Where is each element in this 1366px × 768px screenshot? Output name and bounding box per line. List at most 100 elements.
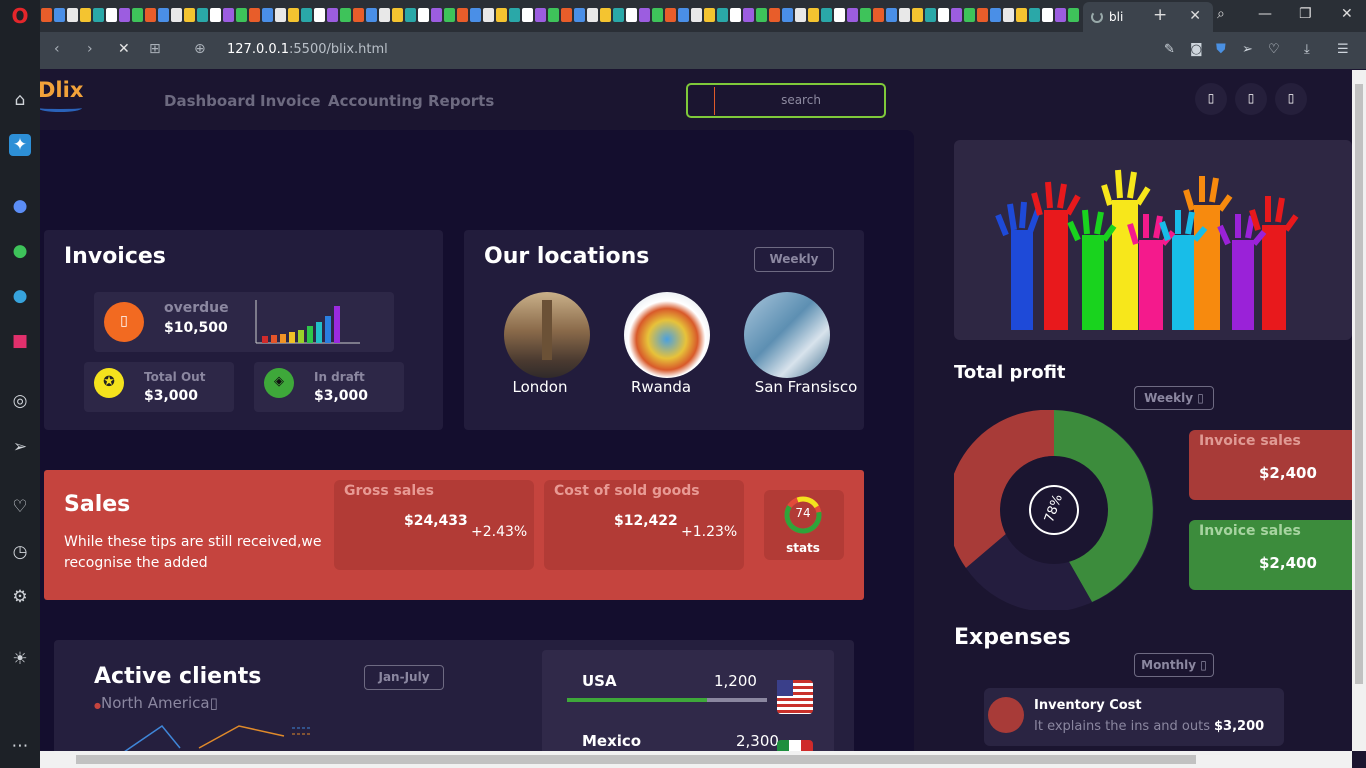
- tab-favicon-icon[interactable]: [639, 8, 650, 22]
- nav-accounting[interactable]: Accounting: [328, 92, 423, 110]
- tab-favicon-icon[interactable]: [587, 8, 598, 22]
- tab-favicon-icon[interactable]: [288, 8, 299, 22]
- site-info-icon[interactable]: ⊕: [194, 41, 206, 57]
- bulb-icon[interactable]: ☀: [9, 648, 31, 670]
- new-tab-icon[interactable]: +: [1153, 5, 1167, 25]
- header-icon-1[interactable]: ▯: [1195, 83, 1227, 115]
- settings-gear-icon[interactable]: ⚙: [9, 586, 31, 608]
- app-logo[interactable]: Dlix: [40, 78, 88, 116]
- restore-icon[interactable]: ❐: [1299, 6, 1312, 22]
- tab-favicon-icon[interactable]: [340, 8, 351, 22]
- tab-favicon-icon[interactable]: [249, 8, 260, 22]
- tab-favicon-icon[interactable]: [808, 8, 819, 22]
- tab-favicon-icon[interactable]: [483, 8, 494, 22]
- tab-favicon-icon[interactable]: [821, 8, 832, 22]
- tab-favicon-icon[interactable]: [964, 8, 975, 22]
- tab-favicon-icon[interactable]: [496, 8, 507, 22]
- total-out-box[interactable]: ✪ Total Out $3,000: [84, 362, 234, 412]
- header-icon-2[interactable]: ▯: [1235, 83, 1267, 115]
- tab-favicon-icon[interactable]: [860, 8, 871, 22]
- tab-favicon-icon[interactable]: [184, 8, 195, 22]
- tab-favicon-icon[interactable]: [522, 8, 533, 22]
- send-icon[interactable]: ➢: [1242, 42, 1253, 57]
- tab-favicon-icon[interactable]: [275, 8, 286, 22]
- tab-favicon-icon[interactable]: [353, 8, 364, 22]
- gross-sales-card[interactable]: Gross sales $24,433 +2.43%: [334, 480, 534, 570]
- send-icon[interactable]: ➢: [9, 436, 31, 458]
- tab-favicon-icon[interactable]: [912, 8, 923, 22]
- tab-favicon-icon[interactable]: [93, 8, 104, 22]
- tab-favicon-icon[interactable]: [158, 8, 169, 22]
- vertical-scrollbar[interactable]: [1352, 70, 1366, 751]
- tab-favicon-icon[interactable]: [782, 8, 793, 22]
- telegram-icon[interactable]: ●: [9, 285, 31, 307]
- london-image[interactable]: [504, 292, 590, 378]
- tab-favicon-icon[interactable]: [145, 8, 156, 22]
- tab-favicon-icon[interactable]: [652, 8, 663, 22]
- opera-logo-icon[interactable]: O: [9, 5, 31, 27]
- home-icon[interactable]: ⌂: [9, 89, 31, 111]
- tab-favicon-icon[interactable]: [327, 8, 338, 22]
- window-close-icon[interactable]: ✕: [1341, 6, 1353, 22]
- heart-icon[interactable]: ♡: [9, 496, 31, 518]
- messenger-icon[interactable]: ●: [9, 195, 31, 217]
- search-input[interactable]: search: [686, 83, 886, 118]
- speed-dial-icon[interactable]: ✦: [9, 134, 31, 156]
- tab-favicon-icon[interactable]: [574, 8, 585, 22]
- tab-favicon-icon[interactable]: [769, 8, 780, 22]
- tab-favicon-icon[interactable]: [704, 8, 715, 22]
- whatsapp-icon[interactable]: ●: [9, 240, 31, 262]
- tab-favicon-icon[interactable]: [132, 8, 143, 22]
- tab-favicon-icon[interactable]: [379, 8, 390, 22]
- close-tab-icon[interactable]: ✕: [1189, 8, 1201, 24]
- tab-favicon-icon[interactable]: [405, 8, 416, 22]
- tab-favicon-icon[interactable]: [678, 8, 689, 22]
- tab-favicon-icon[interactable]: [1068, 8, 1079, 22]
- tab-favicon-icon[interactable]: [756, 8, 767, 22]
- tab-favicon-icon[interactable]: [223, 8, 234, 22]
- tab-favicon-icon[interactable]: [171, 8, 182, 22]
- tab-favicon-icon[interactable]: [236, 8, 247, 22]
- overdue-box[interactable]: ▯ overdue $10,500: [94, 292, 394, 352]
- tab-favicon-icon[interactable]: [418, 8, 429, 22]
- shield-icon[interactable]: ⛊: [1216, 42, 1226, 57]
- tab-favicon-icon[interactable]: [470, 8, 481, 22]
- tab-grid-icon[interactable]: ⊞: [149, 41, 161, 57]
- forward-icon[interactable]: ›: [87, 41, 93, 57]
- tab-favicon-icon[interactable]: [665, 8, 676, 22]
- stats-card[interactable]: 74 stats: [764, 490, 844, 560]
- profit-period-button[interactable]: Weekly ▯: [1134, 386, 1214, 410]
- tab-favicon-icon[interactable]: [925, 8, 936, 22]
- tab-favicon-icon[interactable]: [548, 8, 559, 22]
- minimize-icon[interactable]: —: [1258, 6, 1272, 22]
- tab-favicon-icon[interactable]: [431, 8, 442, 22]
- locations-period-button[interactable]: Weekly: [754, 247, 834, 272]
- tab-favicon-icon[interactable]: [834, 8, 845, 22]
- tab-favicon-icon[interactable]: [990, 8, 1001, 22]
- tab-favicon-icon[interactable]: [67, 8, 78, 22]
- player-icon[interactable]: ◎: [9, 390, 31, 412]
- tab-favicon-icon[interactable]: [54, 8, 65, 22]
- history-icon[interactable]: ◷: [9, 541, 31, 563]
- horizontal-scrollbar[interactable]: [40, 751, 1352, 768]
- tab-favicon-icon[interactable]: [691, 8, 702, 22]
- tab-favicon-icon[interactable]: [951, 8, 962, 22]
- rwanda-image[interactable]: [624, 292, 710, 378]
- tab-favicon-icon[interactable]: [80, 8, 91, 22]
- tab-favicon-icon[interactable]: [847, 8, 858, 22]
- tab-favicon-icon[interactable]: [301, 8, 312, 22]
- tab-favicon-icon[interactable]: [626, 8, 637, 22]
- tab-favicon-icon[interactable]: [197, 8, 208, 22]
- header-icon-3[interactable]: ▯: [1275, 83, 1307, 115]
- tab-favicon-icon[interactable]: [600, 8, 611, 22]
- tab-favicon-icon[interactable]: [938, 8, 949, 22]
- tab-strip[interactable]: [40, 7, 1083, 24]
- inventory-cost-item[interactable]: Inventory Cost It explains the ins and o…: [984, 688, 1284, 746]
- nav-invoice[interactable]: Invoice: [260, 92, 321, 110]
- url-field[interactable]: 127.0.0.1:5500/blix.html: [227, 42, 388, 57]
- tab-favicon-icon[interactable]: [795, 8, 806, 22]
- edit-icon[interactable]: ✎: [1164, 42, 1175, 57]
- tab-favicon-icon[interactable]: [717, 8, 728, 22]
- tab-favicon-icon[interactable]: [1029, 8, 1040, 22]
- tab-favicon-icon[interactable]: [366, 8, 377, 22]
